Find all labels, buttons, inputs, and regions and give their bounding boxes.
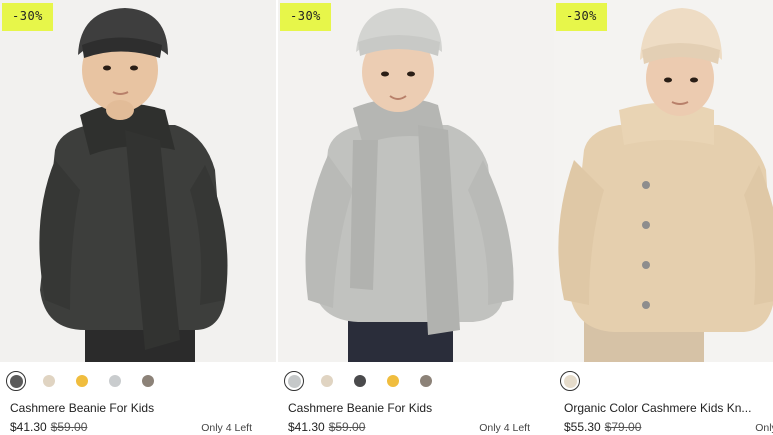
product-name[interactable]: Organic Color Cashmere Kids Kn...	[564, 401, 751, 415]
price-row: $41.30 $59.00 Only 4 Left	[288, 420, 530, 434]
product-image[interactable]: -30%	[554, 0, 773, 362]
sale-price: $41.30	[10, 420, 47, 434]
price-row: $41.30 $59.00 Only 4 Left	[10, 420, 252, 434]
price-row: $55.30 $79.00 Only 4 Left	[564, 420, 773, 434]
original-price: $59.00	[328, 420, 366, 434]
color-swatch-selected[interactable]	[284, 371, 304, 391]
color-swatches	[560, 371, 597, 391]
color-swatch[interactable]	[142, 375, 154, 387]
color-swatches	[284, 371, 453, 391]
color-swatch[interactable]	[43, 375, 55, 387]
color-swatch[interactable]	[109, 375, 121, 387]
product-name[interactable]: Cashmere Beanie For Kids	[288, 401, 432, 415]
sale-price: $41.30	[288, 420, 325, 434]
stock-status: Only 4 Left	[755, 422, 773, 434]
stock-status: Only 4 Left	[201, 422, 252, 434]
product-card[interactable]: -30% Cashmere Beanie For Kids $41.30 $59…	[0, 0, 276, 435]
color-swatch[interactable]	[354, 375, 366, 387]
product-card[interactable]: -30% Cashmere Beanie For Kids $41.30 $59…	[278, 0, 554, 435]
discount-badge: -30%	[280, 3, 331, 31]
product-image[interactable]: -30%	[278, 0, 554, 362]
color-swatch-selected[interactable]	[560, 371, 580, 391]
color-swatch[interactable]	[321, 375, 333, 387]
color-swatches	[6, 371, 175, 391]
original-price: $79.00	[604, 420, 642, 434]
child-photo	[554, 0, 773, 362]
product-card[interactable]: -30% Organic Color Cashmere Kids Kn... $…	[554, 0, 773, 435]
color-swatch[interactable]	[420, 375, 432, 387]
sale-price: $55.30	[564, 420, 601, 434]
product-grid: -30% Cashmere Beanie For Kids $41.30 $59…	[0, 0, 773, 435]
color-swatch[interactable]	[387, 375, 399, 387]
color-swatch[interactable]	[76, 375, 88, 387]
discount-badge: -30%	[2, 3, 53, 31]
stock-status: Only 4 Left	[479, 422, 530, 434]
product-image[interactable]: -30%	[0, 0, 276, 362]
child-photo	[278, 0, 554, 362]
discount-badge: -30%	[556, 3, 607, 31]
original-price: $59.00	[50, 420, 88, 434]
product-name[interactable]: Cashmere Beanie For Kids	[10, 401, 154, 415]
color-swatch-selected[interactable]	[6, 371, 26, 391]
child-photo	[0, 0, 276, 362]
